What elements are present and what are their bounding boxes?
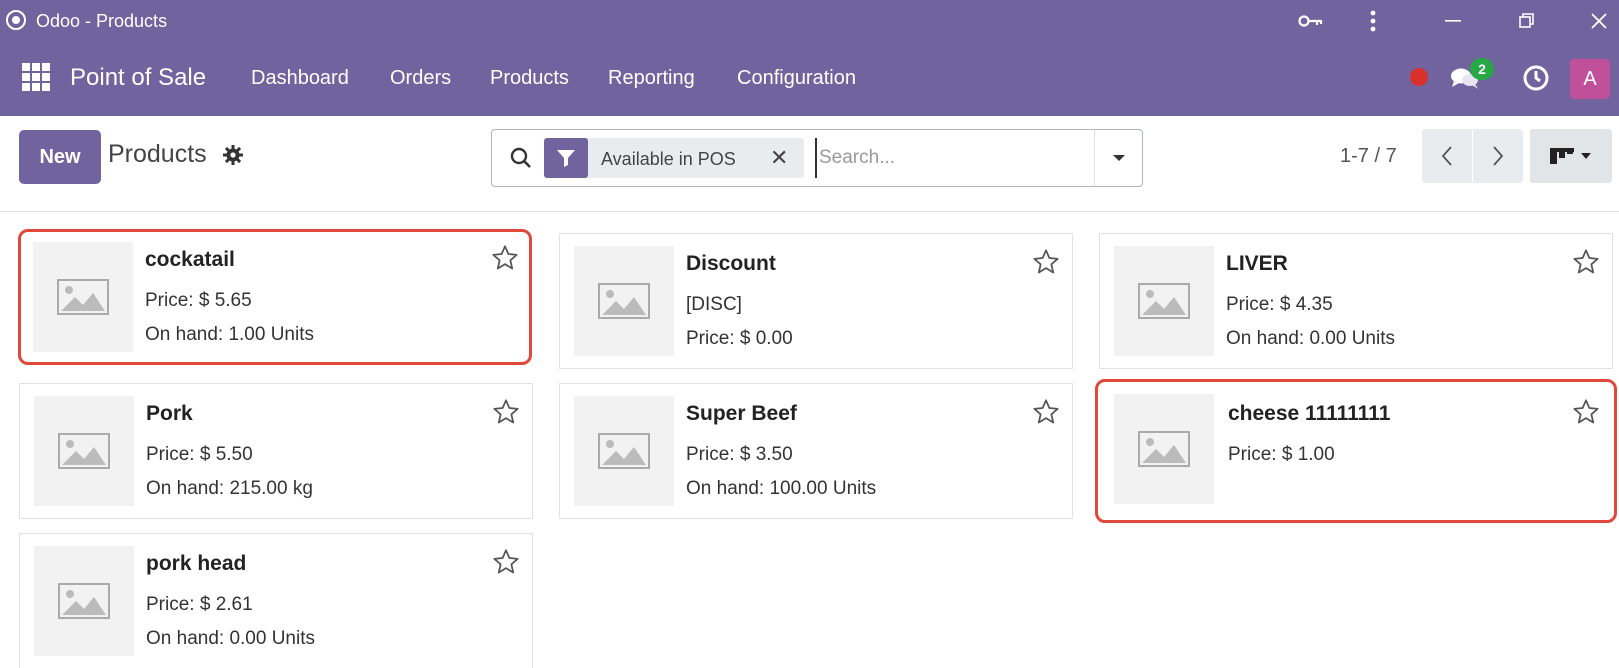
menu-products[interactable]: Products [490, 67, 569, 90]
pager-next-button[interactable] [1473, 129, 1523, 183]
gear-icon[interactable] [222, 144, 244, 171]
product-image-placeholder [574, 396, 674, 506]
chat-count-badge: 2 [1470, 58, 1494, 80]
product-on-hand: On hand: 0.00 Units [146, 628, 315, 649]
product-card[interactable]: Super Beef Price: $ 3.50 On hand: 100.00… [559, 383, 1073, 519]
product-card[interactable]: cheese 11111111 Price: $ 1.00 [1095, 379, 1617, 523]
image-icon [1138, 431, 1190, 467]
record-indicator-icon[interactable] [1410, 68, 1428, 86]
star-icon[interactable] [1572, 248, 1600, 281]
star-icon[interactable] [1032, 398, 1060, 431]
product-price: Price: $ 3.50 [686, 444, 793, 465]
control-panel: New Products Available in POS ✕ 1-7 / 7 [0, 116, 1619, 212]
image-icon [58, 583, 110, 619]
product-card[interactable]: Discount [DISC] Price: $ 0.00 [559, 233, 1073, 369]
main-navbar: Point of Sale Dashboard Orders Products … [0, 42, 1619, 116]
star-icon[interactable] [1032, 248, 1060, 281]
search-icon[interactable] [510, 147, 532, 174]
product-on-hand: On hand: 1.00 Units [145, 324, 314, 345]
image-icon [1138, 283, 1190, 319]
minimize-icon[interactable] [1438, 4, 1468, 38]
image-icon [57, 279, 109, 315]
product-price: Price: $ 2.61 [146, 594, 253, 615]
filter-facet: Available in POS ✕ [544, 138, 804, 178]
image-icon [598, 283, 650, 319]
product-on-hand: On hand: 215.00 kg [146, 478, 313, 499]
image-icon [58, 433, 110, 469]
search-options-toggle[interactable] [1094, 130, 1142, 186]
new-button[interactable]: New [19, 130, 101, 184]
window-title: Odoo - Products [36, 11, 168, 31]
restore-icon[interactable] [1512, 4, 1542, 38]
menu-dashboard[interactable]: Dashboard [251, 67, 349, 90]
product-name: LIVER [1226, 252, 1288, 275]
product-price: Price: $ 1.00 [1228, 444, 1335, 465]
search-bar: Available in POS ✕ [491, 129, 1143, 187]
product-name: cockatail [145, 248, 235, 271]
kanban-view-icon [1550, 148, 1574, 164]
key-icon[interactable] [1296, 4, 1326, 38]
product-name: Pork [146, 402, 193, 425]
chevron-right-icon [1493, 146, 1504, 166]
menu-orders[interactable]: Orders [390, 67, 451, 90]
product-image-placeholder [574, 246, 674, 356]
window-titlebar: Odoo - Products [0, 0, 1619, 42]
filter-facet-label: Available in POS [601, 149, 736, 169]
breadcrumb-title: Products [108, 140, 207, 168]
product-card[interactable]: Pork Price: $ 5.50 On hand: 215.00 kg [19, 383, 533, 519]
menu-configuration[interactable]: Configuration [737, 67, 856, 90]
product-card[interactable]: pork head Price: $ 2.61 On hand: 0.00 Un… [19, 533, 533, 668]
kanban-view-switcher[interactable] [1530, 129, 1612, 183]
user-avatar[interactable]: A [1570, 59, 1610, 99]
product-image-placeholder [1114, 394, 1214, 504]
product-name: Super Beef [686, 402, 797, 425]
pager-previous-button[interactable] [1422, 129, 1472, 183]
app-menu-grid-icon[interactable] [22, 63, 50, 91]
product-price: Price: $ 5.65 [145, 290, 252, 311]
star-icon[interactable] [1572, 398, 1600, 431]
product-name: Discount [686, 252, 776, 275]
odoo-app-icon [6, 10, 26, 30]
product-price: Price: $ 4.35 [1226, 294, 1333, 315]
search-input[interactable] [815, 138, 1085, 178]
menu-reporting[interactable]: Reporting [608, 67, 695, 90]
filter-icon [544, 138, 588, 178]
product-reference: [DISC] [686, 294, 742, 315]
image-icon [598, 433, 650, 469]
product-image-placeholder [34, 396, 134, 506]
product-image-placeholder [1114, 246, 1214, 356]
product-card[interactable]: LIVER Price: $ 4.35 On hand: 0.00 Units [1099, 233, 1613, 369]
product-name: pork head [146, 552, 247, 575]
product-price: Price: $ 5.50 [146, 444, 253, 465]
caret-down-icon [1112, 155, 1125, 161]
product-image-placeholder [33, 242, 133, 352]
product-image-placeholder [34, 546, 134, 656]
chevron-left-icon [1441, 146, 1452, 166]
app-brand[interactable]: Point of Sale [70, 64, 206, 92]
star-icon[interactable] [491, 244, 519, 277]
product-price: Price: $ 0.00 [686, 328, 793, 349]
more-vertical-icon[interactable] [1358, 4, 1388, 38]
pager-value[interactable]: 1-7 / 7 [1340, 145, 1397, 168]
product-name: cheese 11111111 [1228, 402, 1391, 425]
remove-filter-icon[interactable]: ✕ [770, 145, 788, 171]
close-icon[interactable] [1584, 4, 1614, 38]
product-on-hand: On hand: 0.00 Units [1226, 328, 1395, 349]
activity-clock-icon[interactable] [1522, 64, 1550, 97]
product-card[interactable]: cockatail Price: $ 5.65 On hand: 1.00 Un… [18, 229, 532, 365]
star-icon[interactable] [492, 398, 520, 431]
caret-down-icon [1581, 153, 1591, 159]
star-icon[interactable] [492, 548, 520, 581]
product-on-hand: On hand: 100.00 Units [686, 478, 877, 499]
